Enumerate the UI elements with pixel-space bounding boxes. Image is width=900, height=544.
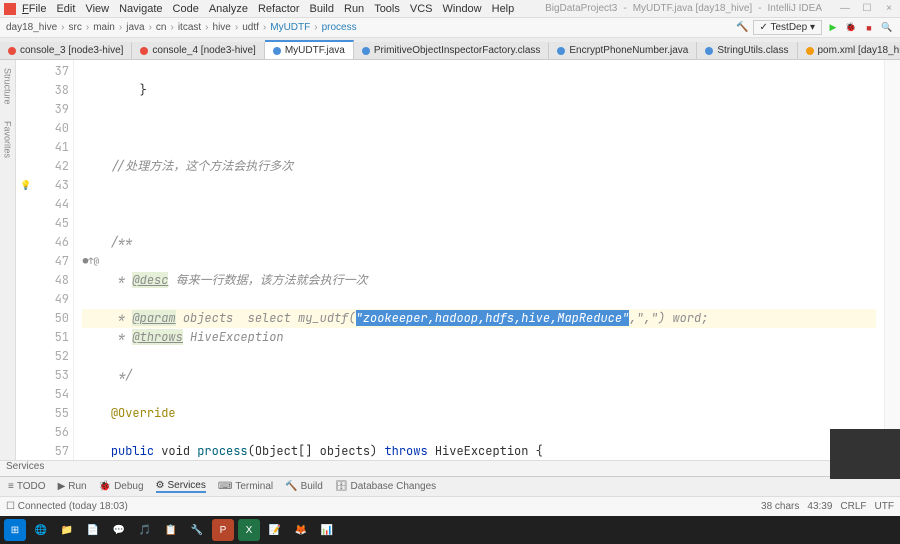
taskbar-app[interactable]: 📝 bbox=[264, 519, 286, 541]
app-icon bbox=[4, 3, 16, 15]
structure-tool[interactable]: Structure bbox=[3, 64, 13, 109]
class-icon bbox=[362, 47, 370, 55]
menu-view[interactable]: View bbox=[85, 3, 109, 15]
windows-taskbar: ⊞ 🌐 📁 📄 💬 🎵 📋 🔧 P X 📝 🦊 📊 bbox=[0, 516, 900, 544]
menu-window[interactable]: Window bbox=[443, 3, 482, 15]
taskbar-app[interactable]: 🎵 bbox=[134, 519, 156, 541]
crumb-8[interactable]: MyUDTF bbox=[270, 22, 310, 33]
taskbar-app[interactable]: 📋 bbox=[160, 519, 182, 541]
taskbar-ppt[interactable]: P bbox=[212, 519, 234, 541]
debug-button[interactable]: 🐞 bbox=[844, 21, 858, 35]
tab-db[interactable]: 🗄 Database Changes bbox=[335, 481, 436, 492]
xml-icon bbox=[806, 47, 814, 55]
title-project: BigDataProject3 bbox=[545, 3, 617, 14]
tab-terminal[interactable]: ⌨ Terminal bbox=[218, 481, 273, 492]
menu-navigate[interactable]: Navigate bbox=[119, 3, 162, 15]
taskbar-app[interactable]: 🦊 bbox=[290, 519, 312, 541]
java-icon bbox=[557, 47, 565, 55]
crumb-1[interactable]: src bbox=[69, 22, 82, 33]
tab-run[interactable]: ▶ Run bbox=[58, 481, 87, 492]
main-menu: FFile Edit View Navigate Code Analyze Re… bbox=[22, 3, 514, 15]
class-icon bbox=[705, 47, 713, 55]
tab-encrypt[interactable]: EncryptPhoneNumber.java bbox=[549, 42, 697, 59]
right-tool-stripe[interactable] bbox=[884, 60, 900, 460]
tab-console-4[interactable]: console_4 [node3-hive] bbox=[132, 42, 264, 59]
tab-pom[interactable]: pom.xml [day18_hive] bbox=[798, 42, 900, 59]
start-button[interactable]: ⊞ bbox=[4, 519, 26, 541]
taskbar-excel[interactable]: X bbox=[238, 519, 260, 541]
taskbar-app[interactable]: 📄 bbox=[82, 519, 104, 541]
code-area[interactable]: } //处理方法，这个方法会执行多次 /** * @desc 每来一行数据，该方… bbox=[74, 60, 884, 460]
hammer-icon[interactable]: 🔨 bbox=[736, 22, 748, 33]
breadcrumb[interactable]: day18_hive› src› main› java› cn› itcast›… bbox=[6, 22, 357, 33]
menu-run[interactable]: Run bbox=[344, 3, 364, 15]
menu-tools[interactable]: Tools bbox=[374, 3, 400, 15]
menu-file[interactable]: FFile bbox=[22, 3, 46, 15]
menu-code[interactable]: Code bbox=[173, 3, 199, 15]
tab-myudtf[interactable]: MyUDTF.java bbox=[265, 40, 354, 59]
line-gutter[interactable]: 37383940 41424344 45464748 49505152 5354… bbox=[16, 60, 74, 460]
console-icon bbox=[140, 47, 148, 55]
crumb-0[interactable]: day18_hive bbox=[6, 22, 57, 33]
navigation-bar: day18_hive› src› main› java› cn› itcast›… bbox=[0, 18, 900, 38]
menu-edit[interactable]: Edit bbox=[56, 3, 75, 15]
titlebar: FFile Edit View Navigate Code Analyze Re… bbox=[0, 0, 900, 18]
editor-tabs: console_3 [node3-hive] console_4 [node3-… bbox=[0, 38, 900, 60]
crumb-6[interactable]: hive bbox=[213, 22, 231, 33]
taskbar-app[interactable]: 📁 bbox=[56, 519, 78, 541]
taskbar-app[interactable]: 🔧 bbox=[186, 519, 208, 541]
close-button[interactable]: × bbox=[882, 3, 896, 14]
selection: "zookeeper,hadoop,hdfs,hive,MapReduce" bbox=[356, 310, 630, 326]
tab-todo[interactable]: ≡ TODO bbox=[8, 481, 46, 492]
crumb-2[interactable]: main bbox=[93, 22, 115, 33]
taskbar-app[interactable]: 📊 bbox=[316, 519, 338, 541]
taskbar-app[interactable]: 💬 bbox=[108, 519, 130, 541]
menu-build[interactable]: Build bbox=[310, 3, 334, 15]
tab-console-3[interactable]: console_3 [node3-hive] bbox=[0, 42, 132, 59]
tab-debug[interactable]: 🐞 Debug bbox=[99, 481, 144, 492]
run-config-select[interactable]: ✓ TestDep ▾ bbox=[753, 20, 822, 35]
bottom-tool-tabs: ≡ TODO ▶ Run 🐞 Debug ⚙ Services ⌨ Termin… bbox=[0, 476, 900, 496]
console-icon bbox=[8, 47, 16, 55]
menu-analyze[interactable]: Analyze bbox=[209, 3, 248, 15]
java-icon bbox=[273, 47, 281, 55]
title-right: BigDataProject3 - MyUDTF.java [day18_hiv… bbox=[545, 3, 896, 14]
tab-primitive[interactable]: PrimitiveObjectInspectorFactory.class bbox=[354, 42, 550, 59]
tab-build[interactable]: 🔨 Build bbox=[285, 481, 323, 492]
crumb-4[interactable]: cn bbox=[156, 22, 167, 33]
crumb-7[interactable]: udtf bbox=[242, 22, 259, 33]
stop-button[interactable]: ■ bbox=[862, 21, 876, 35]
taskbar-chrome[interactable]: 🌐 bbox=[30, 519, 52, 541]
maximize-button[interactable]: ☐ bbox=[860, 3, 874, 14]
menu-help[interactable]: Help bbox=[492, 3, 515, 15]
left-tool-stripe[interactable]: Structure Favorites bbox=[0, 60, 16, 460]
favorites-tool[interactable]: Favorites bbox=[3, 117, 13, 162]
title-file: MyUDTF.java [day18_hive] bbox=[633, 3, 753, 14]
tool-label[interactable]: Services bbox=[0, 460, 900, 476]
tab-stringutils[interactable]: StringUtils.class bbox=[697, 42, 797, 59]
tab-services[interactable]: ⚙ Services bbox=[156, 480, 206, 493]
crumb-9[interactable]: process bbox=[322, 22, 357, 33]
title-ide: IntelliJ IDEA bbox=[768, 3, 822, 14]
search-icon[interactable]: 🔍 bbox=[880, 21, 894, 35]
run-button[interactable]: ▶ bbox=[826, 21, 840, 35]
editor: Structure Favorites 37383940 41424344 45… bbox=[0, 60, 900, 460]
webcam-overlay bbox=[830, 429, 900, 479]
minimize-button[interactable]: — bbox=[838, 3, 852, 14]
menu-refactor[interactable]: Refactor bbox=[258, 3, 300, 15]
crumb-3[interactable]: java bbox=[126, 22, 144, 33]
menu-vcs[interactable]: VCS bbox=[410, 3, 433, 15]
status-bar: ☐ Connected (today 18:03) 38 chars 43:39… bbox=[0, 496, 900, 516]
crumb-5[interactable]: itcast bbox=[178, 22, 201, 33]
